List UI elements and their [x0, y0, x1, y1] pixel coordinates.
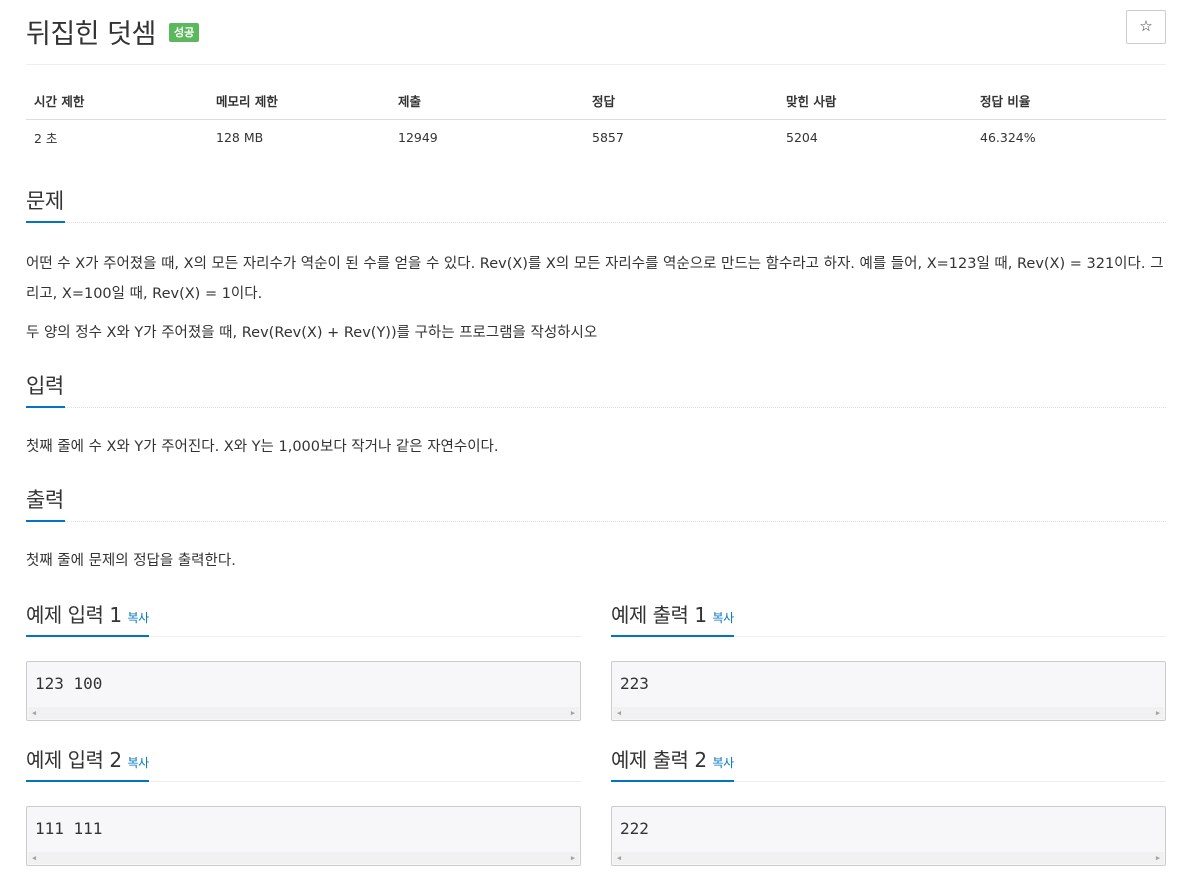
- header-submissions: 제출: [390, 82, 584, 120]
- header-accepted: 정답: [584, 82, 778, 120]
- sample-code-box[interactable]: 123 100 ◀ ▶: [26, 661, 581, 721]
- sample-header: 예제 입력 1 복사: [26, 600, 581, 637]
- sample-content: 111 111: [35, 819, 103, 838]
- horizontal-scrollbar[interactable]: ◀ ▶: [613, 707, 1164, 719]
- header-time-limit: 시간 제한: [26, 82, 208, 120]
- sample-title: 예제 입력 1: [26, 603, 122, 627]
- problem-page: 뒤집힌 덧셈 성공 ☆ 시간 제한 메모리 제한 제출 정답 맞힌 사람 정답 …: [26, 0, 1166, 866]
- output-section-header: 출력: [26, 485, 1166, 522]
- sample-heading: 예제 출력 2 복사: [611, 745, 734, 782]
- sample-heading: 예제 출력 1 복사: [611, 600, 734, 637]
- horizontal-scrollbar[interactable]: ◀ ▶: [613, 852, 1164, 864]
- input-section-title: 입력: [26, 371, 65, 408]
- copy-button[interactable]: 복사: [128, 756, 150, 770]
- sample-header: 예제 출력 2 복사: [611, 745, 1166, 782]
- problem-section-header: 문제: [26, 186, 1166, 223]
- input-description: 첫째 줄에 수 X와 Y가 주어진다. X와 Y는 1,000보다 작거나 같은…: [26, 439, 499, 455]
- sample-title: 예제 출력 2: [611, 748, 707, 772]
- sample-output-1: 예제 출력 1 복사 223 ◀ ▶: [611, 600, 1166, 721]
- sample-content: 123 100: [35, 674, 103, 693]
- value-submissions: 12949: [398, 129, 438, 145]
- status-badge: 성공: [169, 23, 200, 42]
- scroll-right-icon[interactable]: ▶: [1152, 852, 1164, 864]
- title-row: 뒤집힌 덧셈 성공 ☆: [26, 0, 1166, 65]
- sample-content: 222: [620, 819, 649, 838]
- header-accept-ratio: 정답 비율: [972, 82, 1166, 120]
- star-icon: ☆: [1139, 18, 1153, 35]
- scroll-left-icon[interactable]: ◀: [613, 852, 625, 864]
- problem-description-1: 어떤 수 X가 주어졌을 때, X의 모든 자리수가 역순이 된 수를 얻을 수…: [26, 256, 1164, 302]
- header-memory-limit: 메모리 제한: [208, 82, 390, 120]
- sample-title: 예제 출력 1: [611, 603, 707, 627]
- sample-input-2: 예제 입력 2 복사 111 111 ◀ ▶: [26, 745, 581, 866]
- scroll-left-icon[interactable]: ◀: [613, 707, 625, 719]
- value-solved-users: 5204: [786, 129, 818, 145]
- value-time-limit: 2 초: [34, 130, 58, 146]
- scroll-right-icon[interactable]: ▶: [567, 852, 579, 864]
- page-title: 뒤집힌 덧셈: [26, 19, 156, 50]
- scroll-right-icon[interactable]: ▶: [567, 707, 579, 719]
- copy-button[interactable]: 복사: [713, 756, 735, 770]
- problem-description-2: 두 양의 정수 X와 Y가 주어졌을 때, Rev(Rev(X) + Rev(Y…: [26, 325, 598, 341]
- sample-code-box[interactable]: 111 111 ◀ ▶: [26, 806, 581, 866]
- value-accepted: 5857: [592, 129, 624, 145]
- sample-output-2: 예제 출력 2 복사 222 ◀ ▶: [611, 745, 1166, 866]
- output-description: 첫째 줄에 문제의 정답을 출력한다.: [26, 553, 236, 569]
- sample-header: 예제 입력 2 복사: [26, 745, 581, 782]
- value-memory-limit: 128 MB: [216, 129, 264, 145]
- sample-heading: 예제 입력 1 복사: [26, 600, 149, 637]
- scroll-right-icon[interactable]: ▶: [1152, 707, 1164, 719]
- favorite-star-button[interactable]: ☆: [1126, 10, 1166, 44]
- sample-code-box[interactable]: 223 ◀ ▶: [611, 661, 1166, 721]
- input-section-header: 입력: [26, 371, 1166, 408]
- problem-section-title: 문제: [26, 186, 65, 223]
- scroll-left-icon[interactable]: ◀: [28, 852, 40, 864]
- value-accept-ratio: 46.324%: [980, 129, 1036, 145]
- copy-button[interactable]: 복사: [128, 611, 150, 625]
- sample-heading: 예제 입력 2 복사: [26, 745, 149, 782]
- copy-button[interactable]: 복사: [713, 611, 735, 625]
- header-solved-users: 맞힌 사람: [778, 82, 972, 120]
- scroll-left-icon[interactable]: ◀: [28, 707, 40, 719]
- table-header-row: 시간 제한 메모리 제한 제출 정답 맞힌 사람 정답 비율: [26, 82, 1166, 120]
- sample-title: 예제 입력 2: [26, 748, 122, 772]
- sample-content: 223: [620, 674, 649, 693]
- sample-code-box[interactable]: 222 ◀ ▶: [611, 806, 1166, 866]
- horizontal-scrollbar[interactable]: ◀ ▶: [28, 707, 579, 719]
- sample-header: 예제 출력 1 복사: [611, 600, 1166, 637]
- sample-input-1: 예제 입력 1 복사 123 100 ◀ ▶: [26, 600, 581, 721]
- table-row: 2 초 128 MB 12949 5857 5204 46.324%: [26, 119, 1166, 155]
- problem-info-table: 시간 제한 메모리 제한 제출 정답 맞힌 사람 정답 비율 2 초 128 M…: [26, 82, 1166, 155]
- horizontal-scrollbar[interactable]: ◀ ▶: [28, 852, 579, 864]
- output-section-title: 출력: [26, 485, 65, 522]
